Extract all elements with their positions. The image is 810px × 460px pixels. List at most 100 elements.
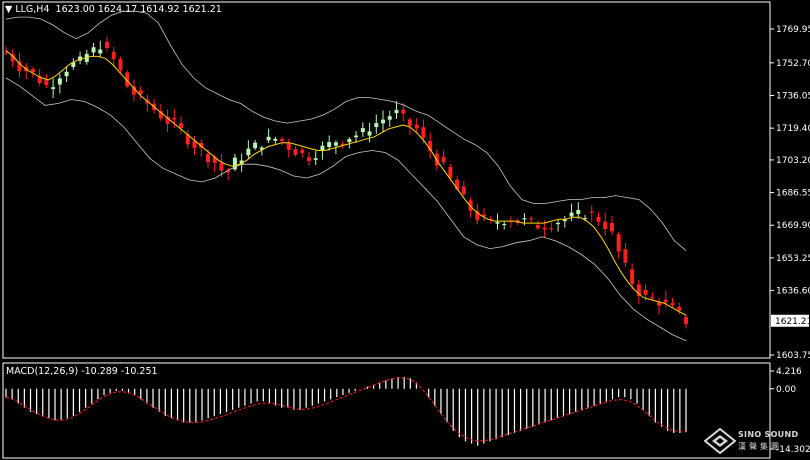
candle-body (30, 68, 35, 73)
candle-body (394, 109, 399, 114)
symbol-label: LLG,H4 (15, 4, 50, 15)
candle-body (677, 306, 682, 311)
candle-body (630, 269, 635, 284)
price-tick-label: 1669.90 (776, 221, 810, 231)
candle-body (603, 221, 608, 230)
price-y-axis: 1769.95 1752.70 1736.05 1719.40 1703.20 1686.… (770, 25, 810, 361)
candle-body (556, 222, 561, 225)
logo-sub: 漢聲集團 (738, 442, 782, 451)
candle-body (64, 71, 69, 77)
candle-body (293, 149, 298, 155)
symbol-header: ▼ LLG,H4 1623.00 1624.17 1614.92 1621.21 (5, 4, 222, 15)
candle-body (387, 116, 392, 120)
candle-body (670, 302, 675, 306)
candle-body (4, 52, 8, 54)
macd-signal-line (5, 377, 687, 442)
candle-body (333, 142, 338, 146)
candle-body (623, 249, 628, 263)
macd-histogram-group (5, 376, 687, 446)
candle-body (421, 127, 426, 138)
candle-body (414, 124, 419, 129)
candle-body (91, 47, 96, 53)
candle-body (589, 211, 594, 213)
candle-body (300, 149, 305, 153)
candle-body (246, 148, 251, 156)
candle-body (684, 317, 688, 325)
close-value: 1621.21 (182, 4, 222, 15)
candle-body (313, 158, 318, 160)
candle-body (542, 227, 547, 230)
candle-body (253, 142, 258, 149)
candles-group (4, 36, 688, 329)
candle-body (57, 78, 62, 85)
candle-body (522, 218, 527, 220)
open-value: 1623.00 (55, 4, 95, 15)
price-tick-label: 1603.75 (776, 351, 810, 361)
candle-body (172, 117, 177, 120)
candle-body (448, 166, 453, 178)
candle-body (569, 212, 574, 217)
candle-body (360, 128, 365, 132)
macd-main-value: -10.289 (81, 366, 118, 377)
price-chart[interactable]: 1769.95 1752.70 1736.05 1719.40 1703.20 1686.… (0, 0, 810, 361)
candle-body (44, 79, 49, 86)
candle-body (327, 142, 332, 148)
candle-body (179, 123, 184, 128)
candle-body (407, 119, 412, 126)
candle-body (461, 186, 466, 195)
macd-tick-label: 4.216 (776, 367, 802, 377)
price-tick-label: 1686.55 (776, 189, 810, 199)
candle-body (111, 51, 116, 60)
candle-body (609, 223, 614, 232)
candle-body (98, 49, 103, 54)
candle-body (502, 224, 507, 226)
candle-body (280, 138, 285, 141)
candle-body (529, 218, 534, 220)
candle-body (104, 41, 109, 48)
price-tick-label: 1703.20 (776, 156, 810, 166)
price-tick-label: 1636.60 (776, 287, 810, 297)
candle-body (286, 142, 291, 150)
bollinger-lower-line (5, 77, 687, 342)
sino-sound-logo: SINO SOUND 漢聲集團 (702, 428, 802, 456)
candle-body (51, 87, 56, 89)
candle-body (367, 131, 372, 136)
candle-body (374, 123, 379, 127)
candle-body (535, 225, 540, 229)
logo-name: SINO SOUND (738, 430, 799, 439)
candle-body (576, 209, 581, 215)
candle-body (650, 296, 655, 299)
price-tick-label: 1736.05 (776, 91, 810, 101)
candle-body (616, 234, 621, 252)
candle-body (354, 135, 359, 138)
price-tick-label: 1719.40 (776, 124, 810, 134)
candle-body (219, 162, 224, 171)
dropdown-triangle-icon[interactable]: ▼ (5, 4, 12, 15)
logo-diamond-icon (704, 428, 736, 454)
price-tick-label: 1653.25 (776, 254, 810, 264)
candle-body (596, 216, 601, 222)
price-tick-label: 1752.70 (776, 59, 810, 69)
macd-signal-value: -10.251 (120, 366, 158, 377)
candle-body (266, 136, 271, 141)
candle-body (401, 109, 406, 114)
low-value: 1614.92 (140, 4, 180, 15)
candle-body (663, 299, 668, 303)
price-tick-label: 1769.95 (776, 25, 810, 35)
macd-label: MACD(12,26,9) (6, 366, 79, 377)
macd-header: MACD(12,26,9) -10.289 -10.251 (6, 366, 158, 377)
candle-body (118, 59, 123, 71)
candle-body (495, 222, 500, 224)
candle-body (347, 139, 352, 143)
candle-body (273, 138, 278, 141)
current-price-label: 1621.21 (775, 317, 810, 327)
candle-body (205, 153, 210, 163)
candle-body (549, 228, 554, 230)
chart-terminal[interactable]: 1769.95 1752.70 1736.05 1719.40 1703.20 1686.… (0, 0, 810, 460)
moving-average-line (5, 50, 687, 316)
macd-tick-label: 0.00 (776, 385, 796, 395)
candle-body (306, 157, 311, 161)
high-value: 1624.17 (97, 4, 138, 15)
price-plot-frame (2, 1, 771, 359)
candle-body (441, 156, 446, 163)
